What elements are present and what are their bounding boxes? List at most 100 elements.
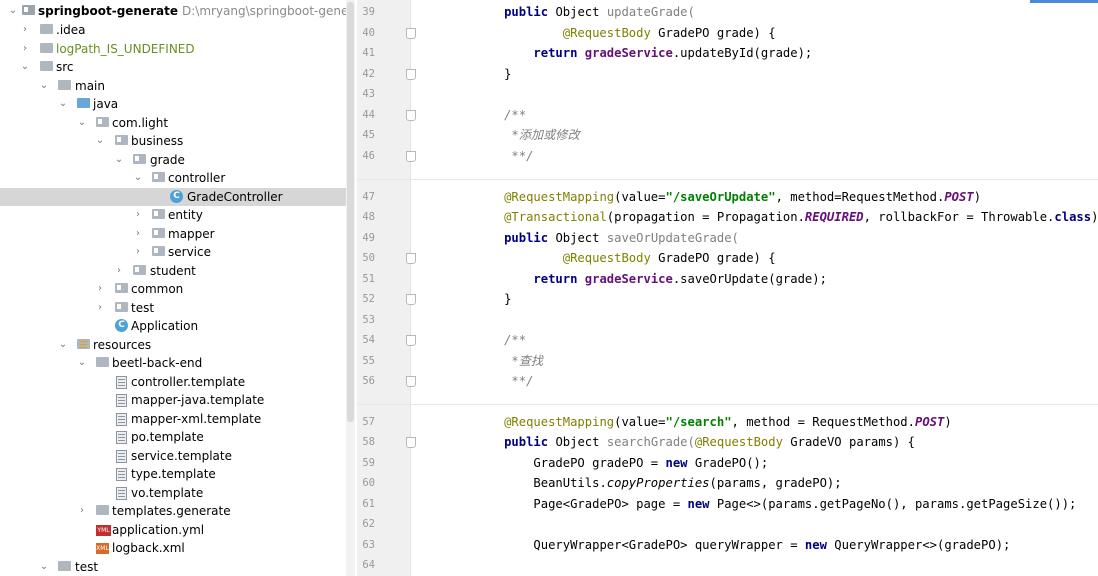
- chevron-down-icon[interactable]: ⌄: [113, 153, 125, 167]
- tree-scrollbar-thumb[interactable]: [347, 2, 354, 422]
- tree-item-test-package[interactable]: › test: [0, 299, 346, 318]
- tree-item-student[interactable]: › student: [0, 262, 346, 281]
- chevron-down-icon[interactable]: ⌄: [76, 356, 88, 370]
- fold-marker-icon[interactable]: [406, 110, 416, 121]
- chevron-right-icon[interactable]: ›: [132, 227, 144, 241]
- tree-item-mapper[interactable]: › mapper: [0, 225, 346, 244]
- chevron-right-icon[interactable]: ›: [19, 42, 31, 56]
- code-line-47[interactable]: @RequestMapping(value="/saveOrUpdate", m…: [416, 187, 1096, 207]
- tree-item-entity[interactable]: › entity: [0, 206, 346, 225]
- tree-item-com-light[interactable]: ⌄ com.light: [0, 114, 346, 133]
- code-line-39[interactable]: public Object updateGrade(: [416, 2, 1096, 22]
- fold-marker-icon[interactable]: [406, 253, 416, 264]
- code-line-59[interactable]: GradePO gradePO = new GradePO();: [416, 453, 1096, 473]
- code-line-43[interactable]: [416, 84, 1096, 104]
- code-token: @RequestBody: [694, 435, 783, 449]
- code-line-44[interactable]: /**: [416, 105, 1096, 125]
- code-line-45[interactable]: *添加或修改: [416, 125, 1096, 145]
- chevron-right-icon[interactable]: ›: [76, 504, 88, 518]
- code-line-50[interactable]: @RequestBody GradePO grade) {: [416, 248, 1096, 268]
- tree-item-mapper-xml-template[interactable]: mapper-xml.template: [0, 410, 346, 429]
- tree-item-test-folder[interactable]: ⌄ test: [0, 558, 346, 576]
- chevron-right-icon[interactable]: ›: [113, 264, 125, 278]
- tree-item-service[interactable]: › service: [0, 243, 346, 262]
- tree-item-logpath[interactable]: › logPath_IS_UNDEFINED: [0, 40, 346, 59]
- chevron-down-icon[interactable]: ⌄: [57, 97, 69, 111]
- line-number: 44: [362, 108, 375, 121]
- tree-item-common[interactable]: › common: [0, 280, 346, 299]
- chevron-right-icon[interactable]: ›: [132, 245, 144, 259]
- fold-marker-icon[interactable]: [406, 151, 416, 162]
- tree-item-src[interactable]: ⌄ src: [0, 58, 346, 77]
- code-token: , method=RequestMethod.: [775, 189, 945, 204]
- fold-marker-icon[interactable]: [406, 376, 416, 387]
- fold-marker-icon[interactable]: [406, 437, 416, 448]
- fold-marker-icon[interactable]: [406, 69, 416, 80]
- chevron-down-icon[interactable]: ⌄: [57, 338, 69, 352]
- chevron-down-icon[interactable]: ⌄: [132, 171, 144, 185]
- chevron-down-icon[interactable]: ⌄: [38, 79, 50, 93]
- code-line-58[interactable]: public Object searchGrade(@RequestBody G…: [416, 432, 1096, 452]
- method-separator: [357, 179, 1098, 180]
- tree-item-idea[interactable]: › .idea: [0, 21, 346, 40]
- code-line-64[interactable]: [416, 555, 1096, 575]
- code-line-52[interactable]: }: [416, 289, 1096, 309]
- chevron-right-icon[interactable]: ›: [94, 282, 106, 296]
- code-line-41[interactable]: return gradeService.updateById(grade);: [416, 43, 1096, 63]
- code-line-42[interactable]: }: [416, 64, 1096, 84]
- tree-item-label: grade: [150, 152, 185, 167]
- tree-item-application-yml[interactable]: YML application.yml: [0, 521, 346, 540]
- code-token: searchGrade(: [606, 435, 695, 449]
- code-line-51[interactable]: return gradeService.saveOrUpdate(grade);: [416, 269, 1096, 289]
- tree-item-templates-generate[interactable]: › templates.generate: [0, 502, 346, 521]
- code-line-48[interactable]: @Transactional(propagation = Propagation…: [416, 207, 1098, 227]
- tree-item-business[interactable]: ⌄ business: [0, 132, 346, 151]
- chevron-right-icon[interactable]: ›: [132, 208, 144, 222]
- chevron-down-icon[interactable]: ⌄: [76, 116, 88, 130]
- code-line-40[interactable]: @RequestBody GradePO grade) {: [416, 23, 1096, 43]
- code-comment: **/: [511, 374, 534, 388]
- chevron-down-icon[interactable]: ⌄: [94, 134, 106, 148]
- tree-item-vo-template[interactable]: vo.template: [0, 484, 346, 503]
- package-icon: [152, 172, 165, 182]
- tree-item-po-template[interactable]: po.template: [0, 428, 346, 447]
- package-icon: [115, 135, 128, 145]
- tree-item-beetl-back-end[interactable]: ⌄ beetl-back-end: [0, 354, 346, 373]
- code-line-63[interactable]: QueryWrapper<GradePO> queryWrapper = new…: [416, 535, 1096, 555]
- code-line-53[interactable]: [416, 310, 1096, 330]
- code-line-46[interactable]: **/: [416, 146, 1096, 166]
- tree-item-controller[interactable]: ⌄ controller: [0, 169, 346, 188]
- code-line-62[interactable]: [416, 514, 1096, 534]
- line-number: 42: [362, 67, 375, 80]
- fold-marker-icon[interactable]: [406, 335, 416, 346]
- tree-item-type-template[interactable]: type.template: [0, 465, 346, 484]
- code-line-55[interactable]: *查找: [416, 351, 1096, 371]
- code-token: class: [1054, 210, 1092, 224]
- chevron-down-icon[interactable]: ⌄: [38, 560, 50, 574]
- tree-item-service-template[interactable]: service.template: [0, 447, 346, 466]
- tree-item-resources[interactable]: ⌄ resources: [0, 336, 346, 355]
- source-folder-icon: [77, 98, 90, 108]
- tree-item-application[interactable]: C Application: [0, 317, 346, 336]
- tree-item-gradecontroller[interactable]: C GradeController: [0, 187, 346, 206]
- chevron-down-icon[interactable]: ⌄: [7, 4, 19, 18]
- tree-item-controller-template[interactable]: controller.template: [0, 373, 346, 392]
- code-line-56[interactable]: **/: [416, 371, 1096, 391]
- fold-marker-icon[interactable]: [406, 28, 416, 39]
- tree-item-springboot-generate[interactable]: ⌄ springboot-generate D:\mryang\springboo…: [0, 2, 346, 21]
- chevron-down-icon[interactable]: ⌄: [19, 60, 31, 74]
- code-line-54[interactable]: /**: [416, 330, 1096, 350]
- file-icon: [116, 449, 127, 463]
- tree-item-grade[interactable]: ⌄ grade: [0, 151, 346, 170]
- code-line-61[interactable]: Page<GradePO> page = new Page<>(params.g…: [416, 494, 1096, 514]
- chevron-right-icon[interactable]: ›: [94, 301, 106, 315]
- tree-item-logback-xml[interactable]: XML logback.xml: [0, 539, 346, 558]
- tree-item-mapper-java-template[interactable]: mapper-java.template: [0, 391, 346, 410]
- code-line-60[interactable]: BeanUtils.copyProperties(params, gradePO…: [416, 473, 1096, 493]
- tree-item-java[interactable]: ⌄ java: [0, 95, 346, 114]
- chevron-right-icon[interactable]: ›: [19, 23, 31, 37]
- code-line-57[interactable]: @RequestMapping(value="/search", method …: [416, 412, 1096, 432]
- tree-item-main[interactable]: ⌄ main: [0, 77, 346, 96]
- code-line-49[interactable]: public Object saveOrUpdateGrade(: [416, 228, 1096, 248]
- fold-marker-icon[interactable]: [406, 294, 416, 305]
